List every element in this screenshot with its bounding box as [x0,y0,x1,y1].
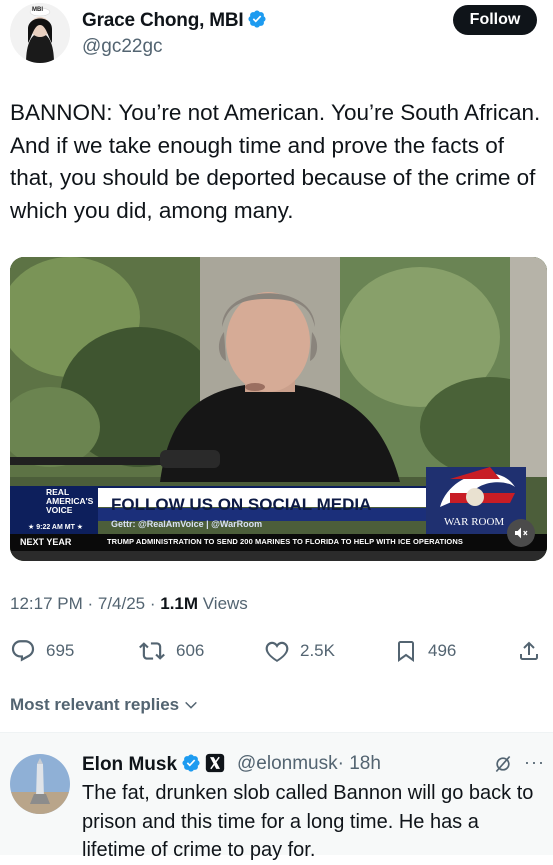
avatar-badge-text: MBI [32,7,43,13]
reply-meta[interactable]: @elonmusk· 18h [237,753,381,775]
tweet-meta: 12:17 PM · 7/4/25 · 1.1M Views [10,594,248,614]
bookmark-icon [398,641,414,662]
reply-count: 695 [46,641,75,660]
replies-sort-label: Most relevant replies [10,695,180,714]
grok-icon[interactable] [493,754,513,774]
like-action[interactable]: 2.5K [264,638,335,664]
share-icon[interactable] [517,638,541,664]
channel-logo: REAL AMERICA'S VOICE [46,488,93,515]
reply-author-avatar[interactable] [10,754,70,814]
repost-count: 606 [176,641,205,660]
repost-icon [139,642,165,660]
channel-logo-line3: VOICE [46,505,73,515]
banner-title: FOLLOW US ON SOCIAL MEDIA [111,495,372,514]
like-count: 2.5K [300,641,335,660]
reply-text: The fat, drunken slob called Bannon will… [82,782,534,861]
author-name[interactable]: Grace Chong, MBI [82,9,267,32]
heart-icon [265,641,289,662]
verified-badge-icon [248,10,267,28]
replies-sort-dropdown[interactable]: Most relevant replies [10,695,199,715]
video-player[interactable]: REAL AMERICA'S VOICE FOLLOW US ON SOCIAL… [10,257,547,561]
reply-author-handle: @elonmusk [237,753,338,774]
verified-badge-icon [182,754,200,772]
chevron-down-icon [185,701,197,709]
reply-author-name[interactable]: Elon Musk [82,753,225,776]
reply-action[interactable]: 695 [10,638,74,664]
reply-author-name-text: Elon Musk [82,754,178,775]
reply-icon [11,640,35,662]
banner-subtitle: Gettr: @RealAmVoice | @WarRoom [111,519,263,529]
follow-button[interactable]: Follow [453,5,537,35]
tweet-timestamp[interactable]: 12:17 PM · 7/4/25 · [10,594,160,613]
author-avatar[interactable]: MBI [10,3,70,63]
author-name-text: Grace Chong, MBI [82,10,244,31]
reply-time: · 18h [337,753,381,774]
repost-action[interactable]: 606 [138,638,204,664]
show-logo: WAR ROOM [444,516,505,528]
mute-icon[interactable] [513,525,529,541]
bookmark-count: 496 [428,641,457,660]
tweet-text: BANNON: You’re not American. You’re Sout… [10,100,541,223]
more-options-icon[interactable]: ··· [524,752,545,773]
ticker-label: NEXT YEAR [20,537,72,547]
views-label: Views [198,594,248,613]
author-handle[interactable]: @gc22gc [82,36,163,58]
ticker-headline: TRUMP ADMINISTRATION TO SEND 200 MARINES… [107,537,463,546]
bookmark-action[interactable]: 496 [394,638,456,664]
x-affiliate-badge-icon [205,753,225,773]
broadcast-clock: ★ 9:22 AM MT ★ [28,524,84,531]
view-count: 1.1M [160,594,199,613]
